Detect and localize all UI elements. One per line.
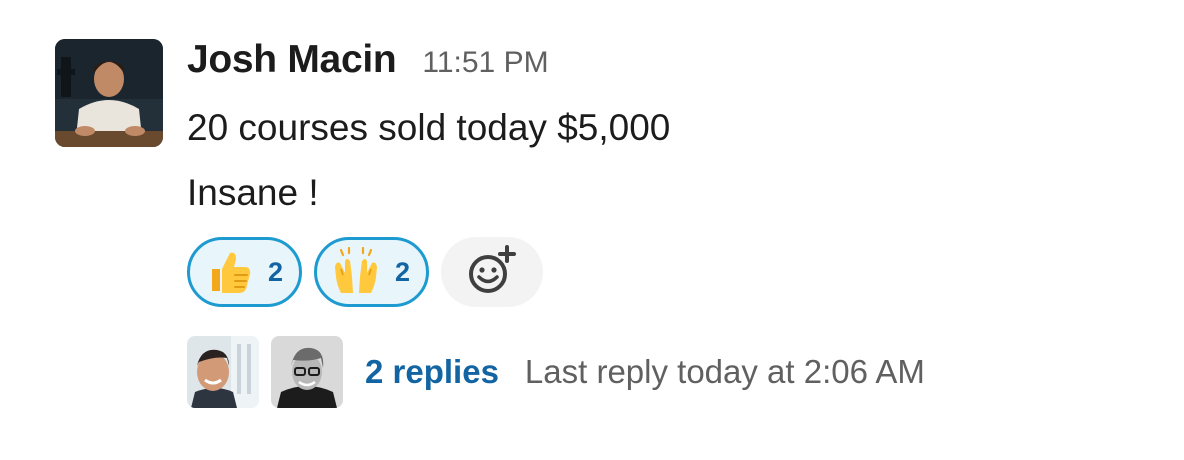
- author-avatar[interactable]: [55, 39, 163, 147]
- add-reaction-button[interactable]: [441, 237, 544, 307]
- thread-last-reply: Last reply today at 2:06 AM: [524, 353, 925, 390]
- thumbs-up-icon: [204, 247, 254, 297]
- message-timestamp[interactable]: 11:51 PM: [422, 46, 548, 80]
- reaction-count: 2: [395, 256, 411, 287]
- reaction-thumbs-up[interactable]: 2: [187, 237, 303, 307]
- message-header: Josh Macin 11:51 PM: [187, 38, 549, 86]
- reply-avatar[interactable]: [187, 336, 259, 408]
- reaction-raising-hands[interactable]: 2: [314, 237, 430, 307]
- message-text-line: Insane !: [187, 172, 319, 213]
- message-text-line: 20 courses sold today $5,000: [187, 107, 671, 148]
- thread-summary[interactable]: 2 replies Last reply today at 2:06 AM: [187, 336, 925, 408]
- message: Josh Macin 11:51 PM 20 courses sold toda…: [0, 0, 1184, 460]
- reactions-bar: 2 2: [187, 237, 544, 307]
- reply-avatar[interactable]: [271, 336, 343, 408]
- thread-replies-link[interactable]: 2 replies: [365, 353, 499, 391]
- add-reaction-icon: [466, 244, 518, 301]
- raising-hands-icon: [331, 247, 381, 297]
- reaction-count: 2: [268, 256, 284, 287]
- author-name[interactable]: Josh Macin: [187, 38, 397, 82]
